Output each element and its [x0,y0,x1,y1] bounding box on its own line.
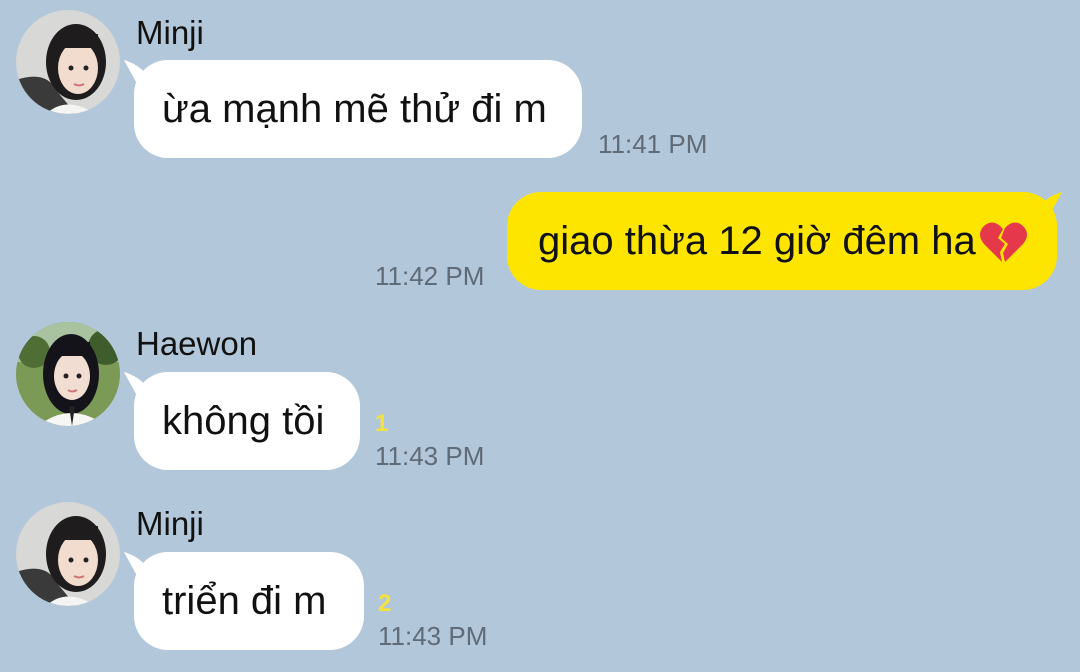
broken-heart-icon [978,220,1028,264]
avatar-haewon[interactable] [16,322,120,426]
profile-photo-icon [16,322,120,426]
message-bubble[interactable]: ừa mạnh mẽ thử đi m [134,60,582,158]
message-timestamp: 11:41 PM [598,129,708,159]
sender-name: Minji [136,505,204,542]
message-text: triển đi m [162,579,327,623]
profile-photo-icon [16,502,120,606]
avatar-minji[interactable] [16,10,120,114]
message-bubble-outgoing[interactable]: giao thừa 12 giờ đêm ha [507,192,1057,290]
message-bubble[interactable]: triển đi m [134,552,364,650]
message-timestamp: 11:42 PM [375,261,485,291]
bubble-tail [1040,192,1062,214]
message-text: không tồi [162,399,325,443]
sender-name: Minji [136,14,204,51]
message-bubble[interactable]: không tồi [134,372,360,470]
message-timestamp: 11:43 PM [375,441,485,471]
unread-count: 2 [378,590,392,617]
sender-name: Haewon [136,325,258,362]
message-text: giao thừa 12 giờ đêm ha [538,219,976,263]
avatar-minji[interactable] [16,502,120,606]
profile-photo-icon [16,10,120,114]
message-timestamp: 11:43 PM [378,621,488,651]
unread-count: 1 [375,410,389,437]
message-text: ừa mạnh mẽ thử đi m [162,87,547,131]
